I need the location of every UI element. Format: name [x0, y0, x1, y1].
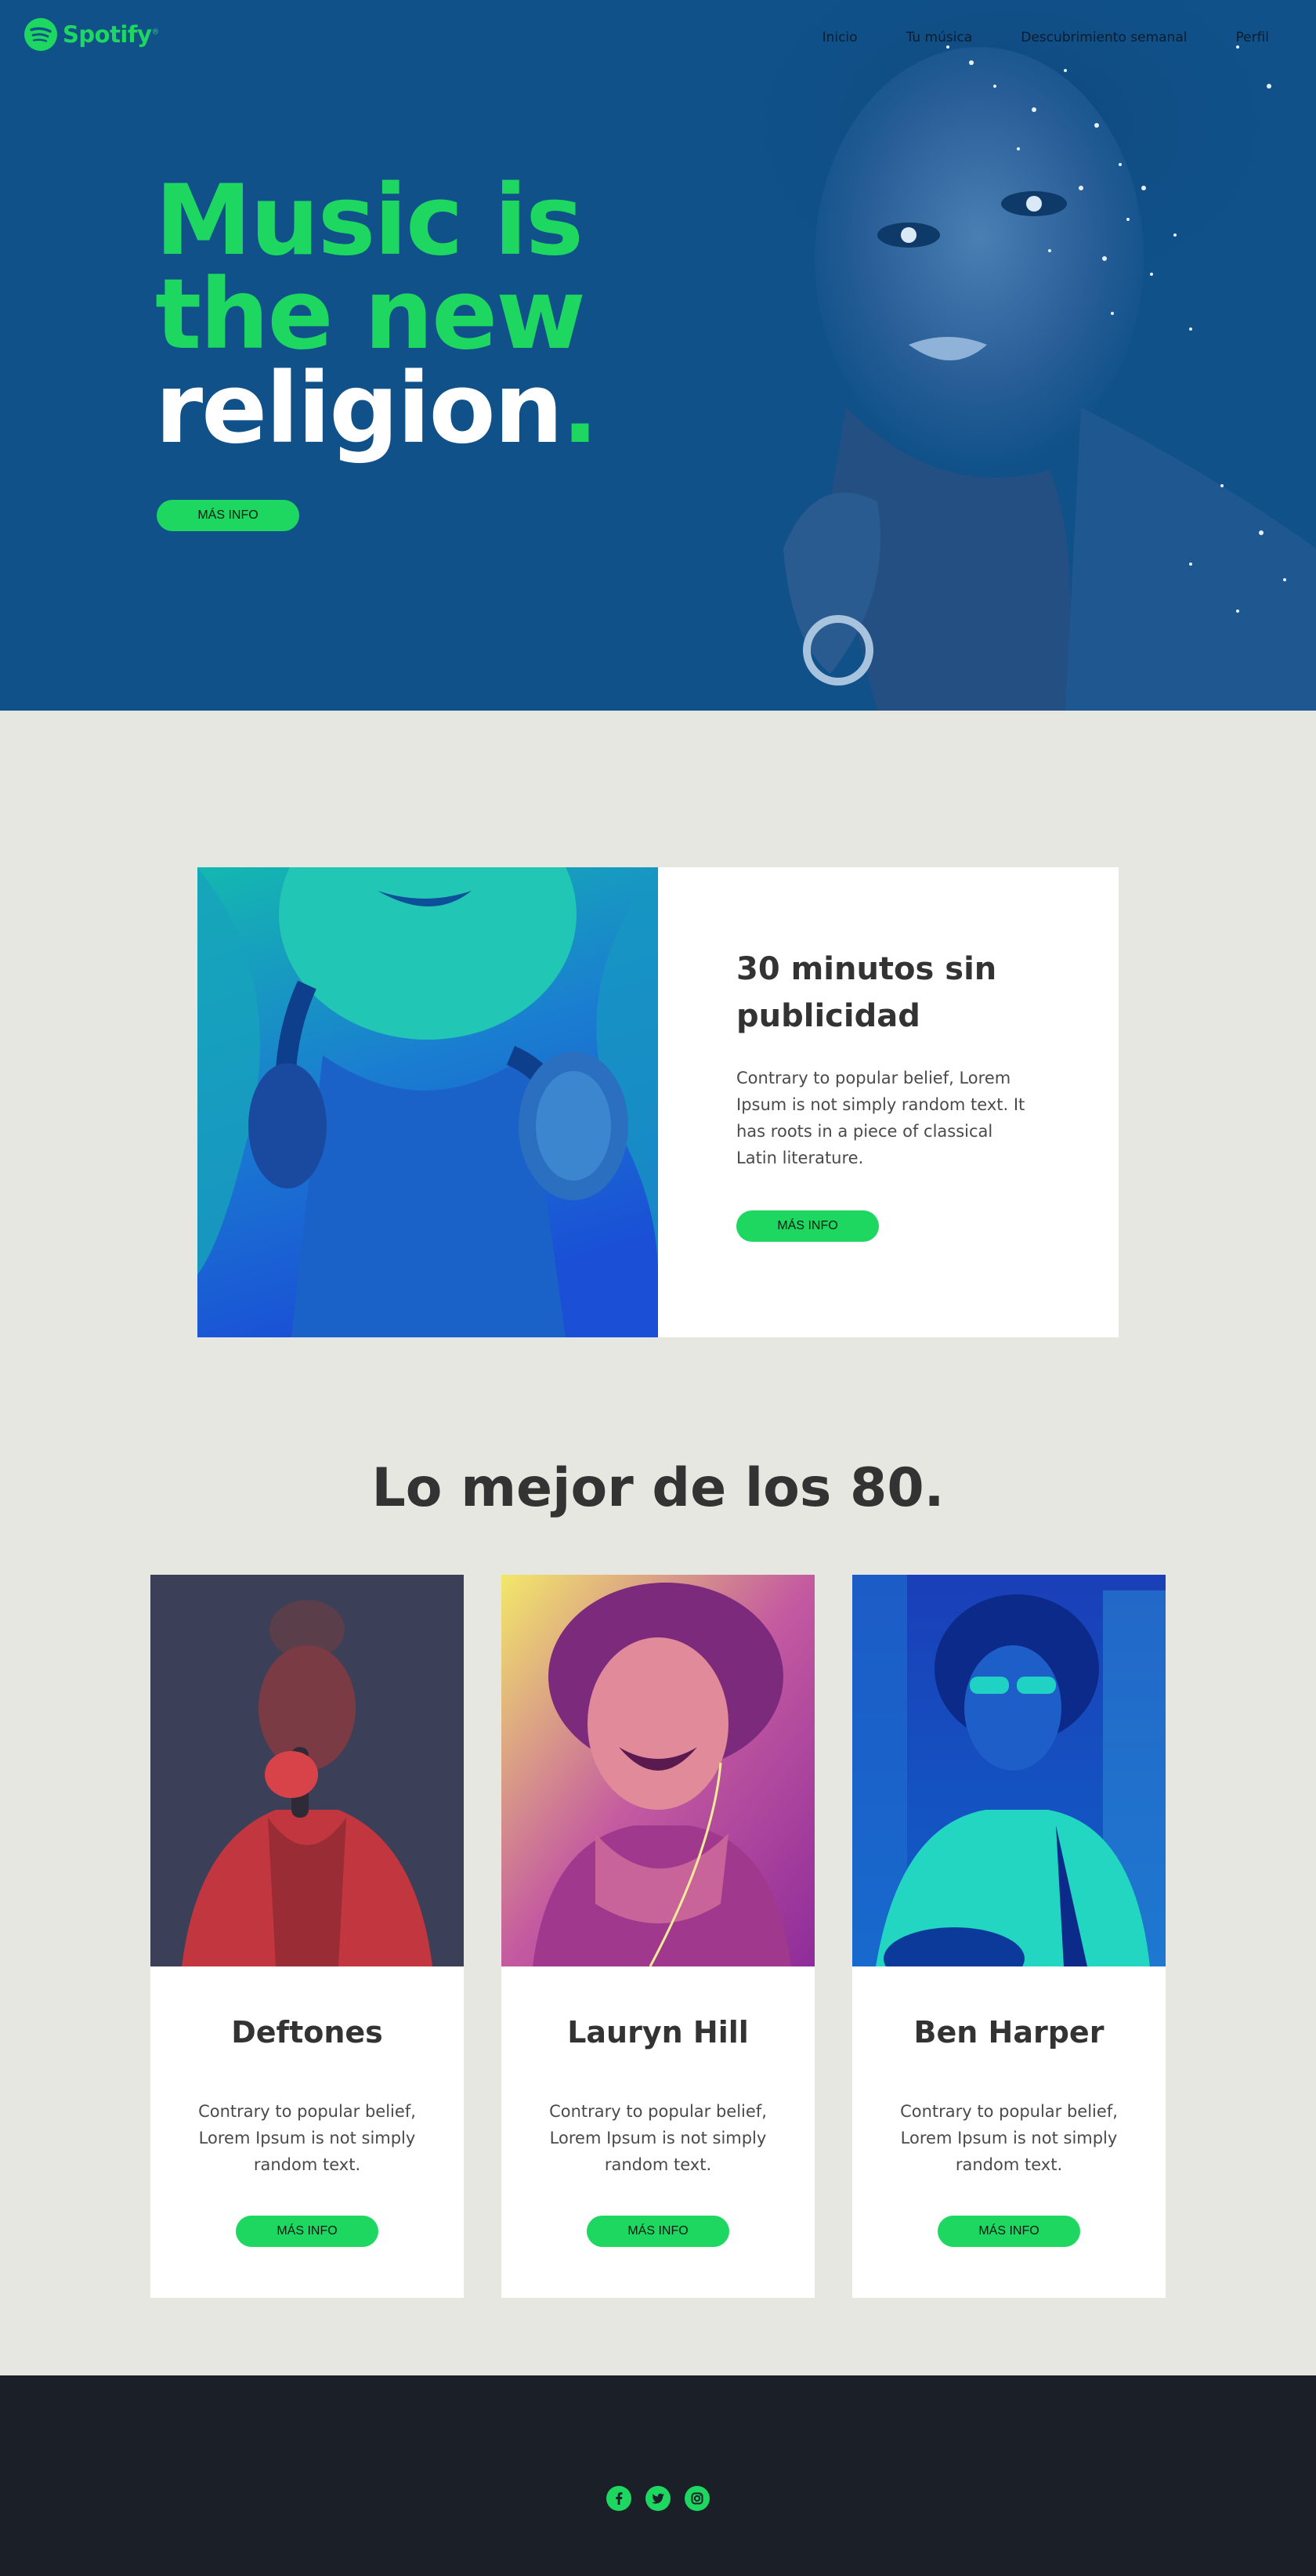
card-title: Ben Harper: [913, 2015, 1104, 2050]
twitter-icon[interactable]: [645, 2486, 671, 2511]
feature-card: 30 minutos sin publicidad Contrary to po…: [197, 867, 1119, 1337]
spotify-logo[interactable]: Spotify®: [24, 17, 159, 52]
card-more-info-button[interactable]: MÁS INFO: [236, 2216, 378, 2247]
lauryn-hill-image: [501, 1575, 815, 1966]
card-more-info-button[interactable]: MÁS INFO: [587, 2216, 729, 2247]
card-body: Lauryn Hill Contrary to popular belief, …: [501, 1966, 815, 2247]
spotify-logo-icon: [24, 18, 57, 51]
hero-more-info-button[interactable]: MÁS INFO: [157, 500, 299, 531]
facebook-icon[interactable]: [606, 2486, 631, 2511]
social-links: [0, 2486, 1316, 2511]
card-body: Deftones Contrary to popular belief, Lor…: [150, 1966, 464, 2247]
card-title: Lauryn Hill: [567, 2015, 749, 2050]
hero-headline: Music is the new religion.: [155, 165, 598, 458]
ben-harper-image: [852, 1575, 1166, 1966]
feature-description: Contrary to popular belief, Lorem Ipsum …: [736, 1069, 1025, 1167]
deftones-image: [150, 1575, 464, 1966]
top-navigation: Spotify® Inicio Tu música Descubrimiento…: [0, 0, 1316, 78]
card-description: Contrary to popular belief, Lorem Ipsum …: [549, 2102, 767, 2174]
hero-portrait-image: [752, 0, 1316, 711]
card-title: Deftones: [231, 2015, 383, 2050]
footer: [0, 2375, 1316, 2576]
hero-line-3: religion: [155, 353, 563, 465]
nav-link-descubrimiento-semanal[interactable]: Descubrimiento semanal: [1021, 30, 1187, 45]
hero-line-2: the new: [155, 259, 586, 371]
card-description: Contrary to popular belief, Lorem Ipsum …: [900, 2102, 1118, 2174]
card-body: Ben Harper Contrary to popular belief, L…: [852, 1966, 1166, 2247]
hero-dot: .: [562, 353, 598, 465]
feature-more-info-button[interactable]: MÁS INFO: [736, 1210, 879, 1242]
instagram-icon[interactable]: [685, 2486, 710, 2511]
artist-card: Lauryn Hill Contrary to popular belief, …: [501, 1575, 815, 2298]
headphones-woman-image: [197, 867, 658, 1337]
nav-link-tu-musica[interactable]: Tu música: [906, 30, 973, 45]
nav-link-inicio[interactable]: Inicio: [822, 30, 858, 45]
artist-card: Deftones Contrary to popular belief, Lor…: [150, 1575, 464, 2298]
artist-cards: Deftones Contrary to popular belief, Lor…: [150, 1575, 1166, 2298]
artist-card: Ben Harper Contrary to popular belief, L…: [852, 1575, 1166, 2298]
logo-wordmark: Spotify®: [63, 21, 159, 48]
nav-links: Inicio Tu música Descubrimiento semanal …: [822, 30, 1269, 45]
hero-section: Spotify® Inicio Tu música Descubrimiento…: [0, 0, 1316, 711]
hero-line-1: Music is: [155, 165, 584, 277]
card-description: Contrary to popular belief, Lorem Ipsum …: [198, 2102, 416, 2174]
feature-title: 30 minutos sin publicidad: [736, 951, 997, 1034]
section-title: Lo mejor de los 80.: [371, 1457, 945, 1519]
feature-content: 30 minutos sin publicidad Contrary to po…: [658, 867, 1119, 1337]
card-more-info-button[interactable]: MÁS INFO: [938, 2216, 1080, 2247]
nav-link-perfil[interactable]: Perfil: [1235, 30, 1269, 45]
